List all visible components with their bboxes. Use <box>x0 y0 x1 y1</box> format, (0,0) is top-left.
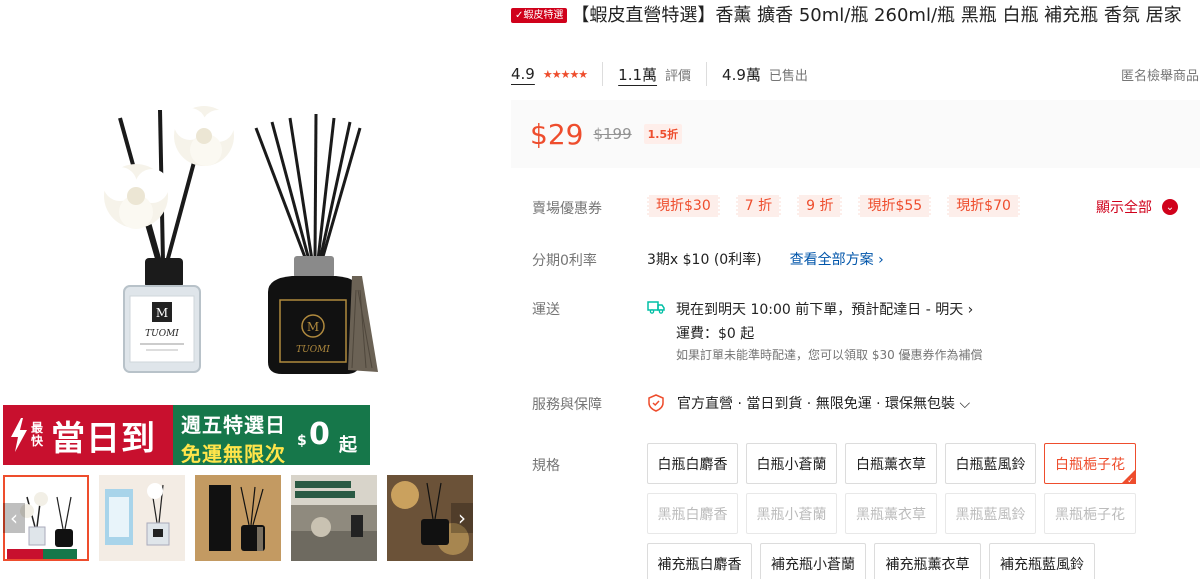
price-section: $29 $199 1.5折 <box>511 100 1200 168</box>
banner-small-text: 最快 <box>31 421 44 448</box>
shield-icon <box>648 394 664 412</box>
svg-text:TUOMI: TUOMI <box>145 329 179 339</box>
main-product-image[interactable]: M TUOMI M TUOMI <box>0 0 480 395</box>
thumbnail-prev-button[interactable]: ‹ <box>3 503 25 533</box>
variant-option-label: 白瓶梔子花 <box>1055 456 1125 473</box>
svg-text:TUOMI: TUOMI <box>296 345 330 355</box>
coupon-chip[interactable]: 現折$70 <box>947 195 1020 217</box>
review-label: 評價 <box>665 68 692 84</box>
thumbnail-4[interactable] <box>291 475 377 561</box>
variant-option[interactable]: 補充瓶薰衣草 <box>874 543 981 579</box>
banner-dollar: $ <box>297 433 307 449</box>
variant-option-disabled: 黑瓶藍風鈴 <box>945 493 1036 534</box>
show-all-coupons-button[interactable]: 顯示全部 ⌄ <box>1096 197 1178 217</box>
variant-option[interactable]: 白瓶白麝香 <box>647 443 738 484</box>
divider <box>602 62 604 86</box>
thumbnail-3[interactable] <box>195 475 281 561</box>
variant-option-selected[interactable]: 白瓶梔子花 ✓ <box>1044 443 1136 485</box>
product-title: ✓蝦皮特選 【蝦皮直營特選】香薰 擴香 50ml/瓶 260ml/瓶 黑瓶 白瓶 … <box>511 4 1191 28</box>
variant-option-disabled: 黑瓶小蒼蘭 <box>746 493 837 534</box>
thumbnail-strip: ‹ › <box>3 475 478 561</box>
sold-count: 4.9萬 <box>722 65 761 84</box>
coupon-chip[interactable]: 現折$30 <box>647 195 720 217</box>
product-title-text: 【蝦皮直營特選】香薰 擴香 50ml/瓶 260ml/瓶 黑瓶 白瓶 補充瓶 香… <box>571 5 1182 26</box>
report-link[interactable]: 匿名檢舉商品 <box>1121 65 1199 84</box>
delivery-guarantee: 如果訂單未能準時配達，您可以領取 $30 優惠券作為補償 <box>676 348 983 362</box>
delivery-estimate-link[interactable]: 現在到明天 10:00 前下單，預計配達日 - 明天 › <box>676 299 973 319</box>
current-price: $29 <box>530 117 584 151</box>
variant-option[interactable]: 補充瓶小蒼蘭 <box>760 543 866 579</box>
rating-value[interactable]: 4.9 <box>511 65 535 83</box>
thumbnail-2[interactable] <box>99 475 185 561</box>
installment-text: 3期x $10 (0利率) <box>647 252 762 268</box>
variant-option-disabled: 黑瓶白麝香 <box>647 493 738 534</box>
banner-qi: 起 <box>339 435 357 456</box>
svg-text:M: M <box>156 306 168 320</box>
divider <box>706 62 708 86</box>
thumbnail-image <box>291 475 377 561</box>
installment-label: 分期0利率 <box>532 253 597 269</box>
installment-info: 3期x $10 (0利率) 查看全部方案 › <box>647 249 884 269</box>
chevron-down-icon: ⌄ <box>1162 199 1178 215</box>
service-guarantee-dropdown[interactable]: 官方直營 · 當日到貨 · 無限免運 · 環保無包裝 ⌵ <box>647 393 970 413</box>
coupon-list: 現折$30 7 折 9 折 現折$55 現折$70 <box>647 195 1020 217</box>
variant-label: 規格 <box>532 458 560 474</box>
preferred-badge: ✓蝦皮特選 <box>511 8 568 23</box>
service-label: 服務與保障 <box>532 397 602 413</box>
original-price: $199 <box>593 125 632 143</box>
coupon-chip[interactable]: 7 折 <box>735 195 782 217</box>
thumbnail-image <box>99 475 185 561</box>
product-stats: 4.9 ★★★★★ 1.1萬 評價 4.9萬 已售出 匿名檢舉商品 <box>511 62 1200 86</box>
flower-icon <box>174 106 234 166</box>
installment-plans-link[interactable]: 查看全部方案 › <box>790 252 884 268</box>
variant-option[interactable]: 白瓶小蒼蘭 <box>746 443 837 484</box>
variant-option-disabled: 黑瓶薰衣草 <box>845 493 937 534</box>
svg-text:M: M <box>307 320 319 334</box>
shipping-label: 運送 <box>532 302 560 318</box>
variant-option[interactable]: 補充瓶藍風鈴 <box>989 543 1095 579</box>
coupon-chip[interactable]: 9 折 <box>797 195 843 217</box>
star-rating-icon: ★★★★★ <box>542 67 588 81</box>
coupon-label: 賣場優惠券 <box>532 201 602 217</box>
chevron-left-icon: ‹ <box>10 506 18 530</box>
thumbnail-next-button[interactable]: › <box>451 503 473 533</box>
lightning-icon <box>11 418 27 452</box>
variant-option[interactable]: 白瓶藍風鈴 <box>945 443 1036 484</box>
sold-label: 已售出 <box>768 68 808 84</box>
same-day-banner: 最快 當日到 <box>3 405 173 465</box>
product-page: M TUOMI M TUOMI 最快 當日到 週五特選日 免運無限次 $ 0 起… <box>0 0 1200 579</box>
thumbnail-image <box>195 475 281 561</box>
checkmark-icon: ✓ <box>1127 476 1134 485</box>
banner-zero: 0 <box>309 417 330 452</box>
show-all-label: 顯示全部 <box>1096 200 1152 216</box>
variant-option-disabled: 黑瓶梔子花 <box>1044 493 1136 534</box>
review-count[interactable]: 1.1萬 <box>618 64 657 85</box>
discount-badge: 1.5折 <box>643 124 683 144</box>
diffuser-illustration: M TUOMI M TUOMI <box>103 106 378 374</box>
shipping-fee: 運費：$0 起 <box>676 326 755 342</box>
truck-icon <box>647 301 665 314</box>
variant-option[interactable]: 補充瓶白麝香 <box>647 543 752 579</box>
promo-banner[interactable]: 最快 當日到 週五特選日 免運無限次 $ 0 起 <box>3 405 370 466</box>
banner-big-text: 當日到 <box>51 418 156 459</box>
chevron-right-icon: › <box>458 506 466 530</box>
free-shipping-banner: 週五特選日 免運無限次 $ 0 起 <box>173 405 370 466</box>
flower-icon <box>103 164 169 229</box>
coupon-chip[interactable]: 現折$55 <box>858 195 932 217</box>
variant-option[interactable]: 白瓶薰衣草 <box>845 443 937 484</box>
service-text: 官方直營 · 當日到貨 · 無限免運 · 環保無包裝 ⌵ <box>677 396 971 412</box>
